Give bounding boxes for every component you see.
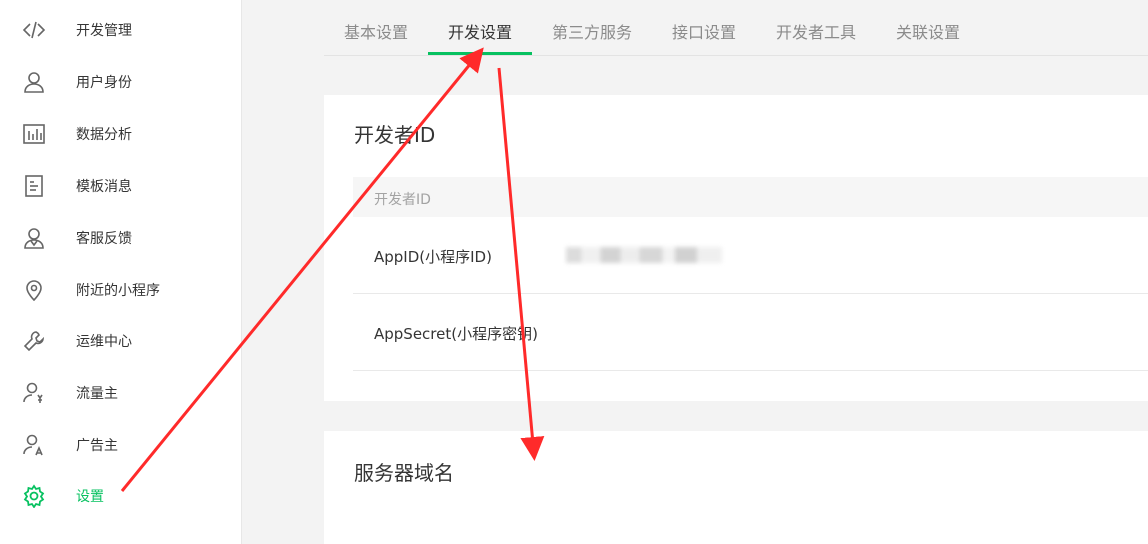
developer-id-title: 开发者ID <box>354 123 436 147</box>
table-row-appid: AppID(小程序ID) <box>353 217 1148 294</box>
location-pin-icon <box>22 278 46 302</box>
user-icon <box>22 70 46 94</box>
bar-chart-icon <box>22 122 46 146</box>
app-root: 开发管理 用户身份 数据分析 模板消息 客服反馈 附近的小程序 运维中心 流量主… <box>0 0 1148 544</box>
sidebar-item-label: 客服反馈 <box>76 231 132 247</box>
sidebar: 开发管理 用户身份 数据分析 模板消息 客服反馈 附近的小程序 运维中心 流量主… <box>0 0 242 544</box>
appsecret-label: AppSecret(小程序密钥) <box>374 325 538 343</box>
server-domain-title: 服务器域名 <box>354 461 454 485</box>
server-domain-card: 服务器域名 <box>324 431 1148 544</box>
appid-value-redacted <box>566 247 722 263</box>
code-icon <box>22 18 46 42</box>
sidebar-item-label: 广告主 <box>76 438 118 454</box>
tab-development-settings[interactable]: 开发设置 <box>428 0 532 55</box>
sidebar-item-traffic-owner[interactable]: 流量主 <box>0 373 241 413</box>
appid-label: AppID(小程序ID) <box>374 248 492 266</box>
sidebar-item-settings[interactable]: 设置 <box>0 476 241 516</box>
sidebar-item-ops-center[interactable]: 运维中心 <box>0 321 241 361</box>
sidebar-item-customer-feedback[interactable]: 客服反馈 <box>0 218 241 258</box>
gear-icon <box>22 484 46 508</box>
settings-tabs: 基本设置 开发设置 第三方服务 接口设置 开发者工具 关联设置 <box>324 0 1148 56</box>
sidebar-item-user-identity[interactable]: 用户身份 <box>0 62 241 102</box>
support-user-icon <box>22 226 46 250</box>
sidebar-item-label: 模板消息 <box>76 179 132 195</box>
sidebar-item-label: 数据分析 <box>76 127 132 143</box>
sidebar-item-label: 运维中心 <box>76 334 132 350</box>
sidebar-item-label: 流量主 <box>76 386 118 402</box>
sidebar-item-dev-management[interactable]: 开发管理 <box>0 10 241 50</box>
sidebar-item-label: 开发管理 <box>76 23 132 39</box>
user-yen-icon <box>22 381 46 405</box>
tab-association-settings[interactable]: 关联设置 <box>876 0 980 55</box>
sidebar-item-data-analysis[interactable]: 数据分析 <box>0 114 241 154</box>
sidebar-item-nearby-mini-programs[interactable]: 附近的小程序 <box>0 270 241 310</box>
tab-interface-settings[interactable]: 接口设置 <box>652 0 756 55</box>
document-icon <box>22 174 46 198</box>
wrench-icon <box>22 329 46 353</box>
active-tab-indicator <box>428 52 532 55</box>
developer-id-table-header: 开发者ID <box>353 177 1148 217</box>
tab-third-party-services[interactable]: 第三方服务 <box>532 0 652 55</box>
tab-developer-tools[interactable]: 开发者工具 <box>756 0 876 55</box>
developer-id-card: 开发者ID 开发者ID AppID(小程序ID) AppSecret(小程序密钥… <box>324 95 1148 401</box>
sidebar-item-label: 用户身份 <box>76 75 132 91</box>
sidebar-item-advertiser[interactable]: 广告主 <box>0 425 241 465</box>
sidebar-item-label: 设置 <box>76 489 104 505</box>
user-ad-icon <box>22 433 46 457</box>
table-row-appsecret: AppSecret(小程序密钥) <box>353 294 1148 371</box>
sidebar-item-template-messages[interactable]: 模板消息 <box>0 166 241 206</box>
table-header-label: 开发者ID <box>374 192 431 208</box>
tab-basic-settings[interactable]: 基本设置 <box>324 0 428 55</box>
sidebar-item-label: 附近的小程序 <box>76 283 160 299</box>
